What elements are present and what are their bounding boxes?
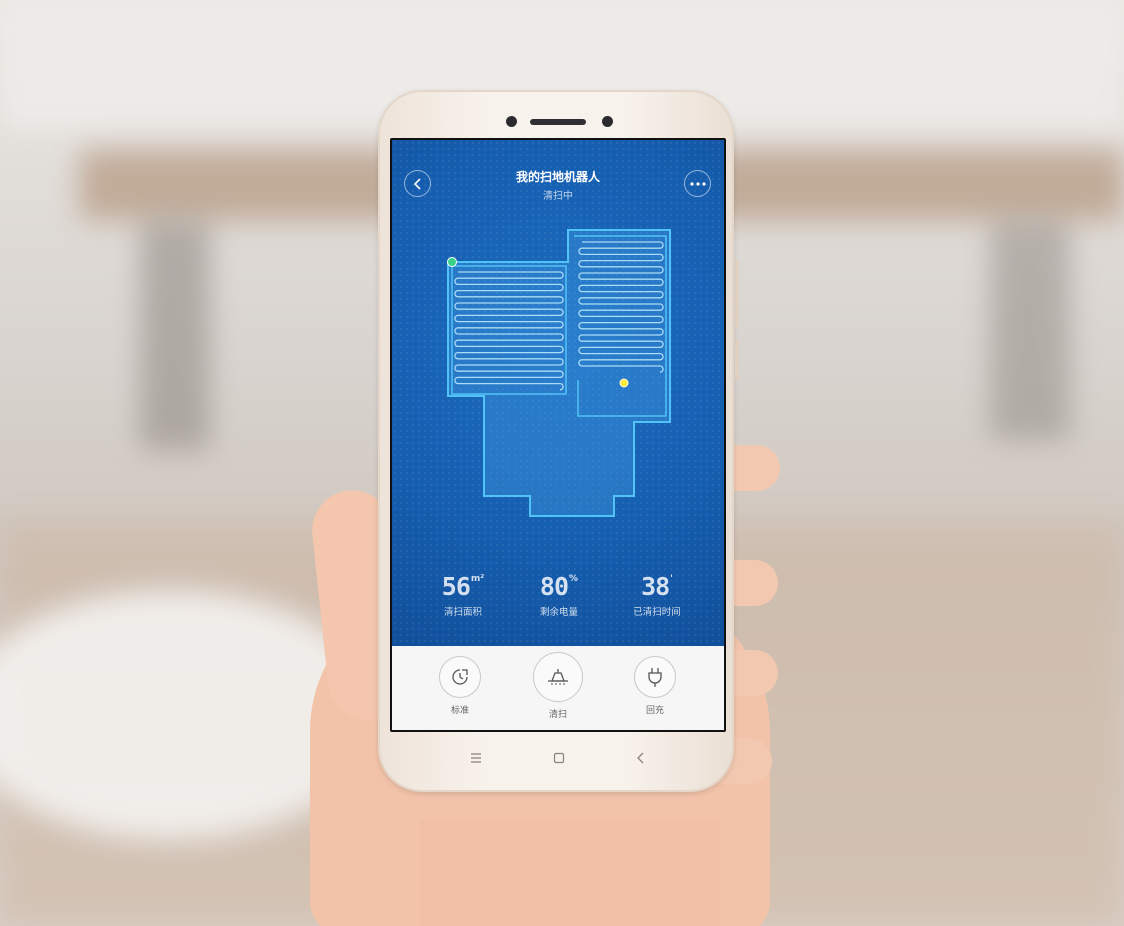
stat-area-value: 56 xyxy=(441,572,471,601)
back-arrow-icon[interactable] xyxy=(635,752,647,764)
hand-wrist xyxy=(420,820,720,926)
sweep-circle[interactable] xyxy=(533,652,583,702)
background-table-leg xyxy=(140,220,210,450)
proximity-sensor xyxy=(602,116,613,127)
recharge-circle[interactable] xyxy=(634,656,676,698)
stat-battery-unit: % xyxy=(569,574,579,584)
recharge-label: 回充 xyxy=(645,706,664,716)
stat-time-unit: ' xyxy=(670,574,673,584)
recharge-button[interactable]: 回充 xyxy=(615,656,695,716)
mode-standard-circle[interactable] xyxy=(439,656,481,698)
stat-area-label: 清扫面积 xyxy=(443,607,482,618)
charge-plug-icon xyxy=(648,668,662,687)
robot-position-icon xyxy=(619,378,629,388)
stat-time-label: 已清扫时间 xyxy=(633,607,681,618)
cleaning-map[interactable] xyxy=(392,140,724,646)
stat-area-unit: m² xyxy=(470,574,485,584)
phone-screen: 我的扫地机器人 清扫中 56 m² 清扫面积 80 % 剩余电量 38 ' 已清… xyxy=(390,138,726,732)
menu-icon[interactable] xyxy=(470,752,482,764)
fan-speed-icon xyxy=(452,669,468,685)
charging-dock-icon xyxy=(447,257,457,267)
control-bar: 标准 清扫 回充 xyxy=(392,646,724,730)
earpiece-speaker xyxy=(530,119,586,125)
home-square-icon[interactable] xyxy=(553,752,565,764)
sweep-label: 清扫 xyxy=(548,710,567,720)
stat-battery: 80 % 剩余电量 xyxy=(504,572,614,618)
background-table-leg xyxy=(990,220,1070,440)
stat-time-value: 38 xyxy=(641,572,670,601)
power-button[interactable] xyxy=(735,340,738,380)
stat-battery-label: 剩余电量 xyxy=(539,607,578,618)
stat-battery-value: 80 xyxy=(539,572,569,601)
mode-standard-label: 标准 xyxy=(450,706,469,716)
sweep-button[interactable]: 清扫 xyxy=(518,652,598,720)
stat-area: 56 m² 清扫面积 xyxy=(408,572,518,618)
front-camera xyxy=(506,116,517,127)
stat-time: 38 ' 已清扫时间 xyxy=(602,572,712,618)
sweep-icon xyxy=(548,669,568,685)
app-main-panel: 我的扫地机器人 清扫中 56 m² 清扫面积 80 % 剩余电量 38 ' 已清… xyxy=(392,140,724,646)
phone-device: 我的扫地机器人 清扫中 56 m² 清扫面积 80 % 剩余电量 38 ' 已清… xyxy=(378,90,738,792)
stats-row: 56 m² 清扫面积 80 % 剩余电量 38 ' 已清扫时间 xyxy=(392,572,724,632)
volume-button[interactable] xyxy=(735,260,738,330)
mode-standard-button[interactable]: 标准 xyxy=(420,656,500,716)
